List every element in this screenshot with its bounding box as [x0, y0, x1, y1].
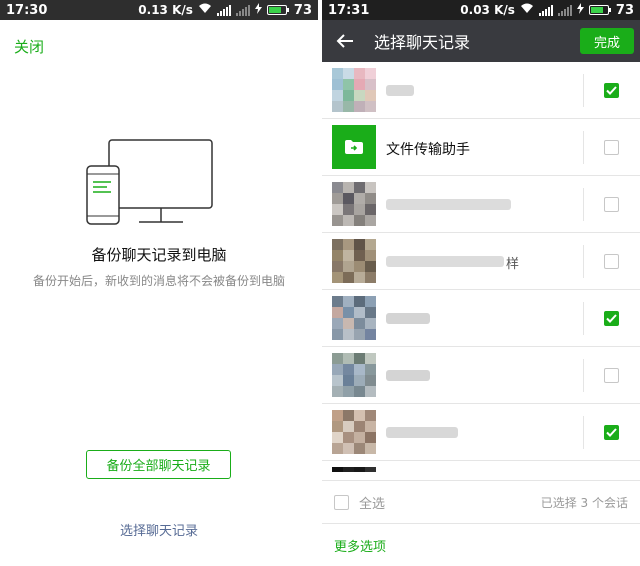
select-all-row: 全选 已选择 3 个会话: [322, 480, 640, 524]
chat-name: [386, 367, 640, 383]
computer-phone-illustration: [81, 138, 216, 228]
charging-icon: [576, 2, 584, 18]
signal-icon: [216, 4, 231, 16]
row-separator: [583, 416, 584, 449]
signal-icon: [538, 4, 553, 16]
select-chats-link[interactable]: 选择聊天记录: [0, 520, 318, 539]
chat-name: [386, 82, 640, 98]
signal-secondary-icon: [235, 4, 250, 16]
battery-icon: [588, 5, 611, 15]
row-separator: [583, 245, 584, 278]
battery-icon: [266, 5, 289, 15]
backup-all-button[interactable]: 备份全部聊天记录: [86, 450, 231, 479]
chat-list: 文件传输助手 样: [322, 62, 640, 472]
wifi-icon: [520, 3, 534, 18]
file-transfer-icon: [332, 125, 376, 169]
chat-row[interactable]: 文件传输助手: [322, 119, 640, 176]
avatar: [332, 182, 376, 226]
chat-row[interactable]: [322, 461, 640, 472]
chat-name-suffix: 样: [506, 257, 520, 272]
battery-level: 73: [293, 2, 312, 18]
chat-name: 文件传输助手: [386, 142, 470, 158]
chat-row[interactable]: [322, 404, 640, 461]
selection-footer: 全选 已选择 3 个会话 更多选项: [322, 480, 640, 566]
chat-name: [386, 196, 640, 212]
avatar: [332, 296, 376, 340]
chat-name: [386, 424, 640, 440]
avatar: [332, 239, 376, 283]
back-arrow-icon[interactable]: [334, 30, 356, 52]
avatar: [332, 353, 376, 397]
blurred-name: [386, 85, 414, 96]
page-title: 备份聊天记录到电脑: [91, 246, 227, 264]
page-title: 选择聊天记录: [374, 33, 471, 52]
chat-checkbox[interactable]: [604, 140, 619, 155]
chat-row[interactable]: [322, 62, 640, 119]
select-all-label[interactable]: 全选: [359, 493, 541, 512]
chat-checkbox[interactable]: [604, 425, 619, 440]
wifi-icon: [198, 3, 212, 18]
backup-description: 备份开始后，新收到的消息将不会被备份到电脑: [32, 274, 285, 288]
network-speed: 0.13 K/s: [138, 3, 193, 17]
battery-level: 73: [615, 2, 634, 18]
done-button[interactable]: 完成: [580, 28, 634, 54]
avatar: [332, 467, 376, 472]
chat-checkbox[interactable]: [604, 368, 619, 383]
chat-checkbox[interactable]: [604, 197, 619, 212]
avatar: [332, 410, 376, 454]
row-separator: [583, 302, 584, 335]
row-separator: [583, 131, 584, 164]
chat-row[interactable]: [322, 347, 640, 404]
chat-checkbox[interactable]: [604, 311, 619, 326]
chat-row[interactable]: [322, 290, 640, 347]
row-separator: [583, 188, 584, 221]
select-chats-screen: 17:31 0.03 K/s 73 选择聊天记录 完成 文件传输助手 样 全选 …: [322, 0, 640, 566]
chat-name: [386, 310, 640, 326]
charging-icon: [254, 2, 262, 18]
status-bar: 17:31 0.03 K/s 73: [322, 0, 640, 20]
status-time: 17:31: [328, 2, 370, 18]
blurred-name: [386, 256, 504, 267]
network-speed: 0.03 K/s: [460, 3, 515, 17]
chat-checkbox[interactable]: [604, 83, 619, 98]
status-bar: 17:30 0.13 K/s 73: [0, 0, 318, 20]
status-time: 17:30: [6, 2, 48, 18]
chat-name: 样: [386, 253, 640, 272]
signal-secondary-icon: [557, 4, 572, 16]
blurred-name: [386, 370, 430, 381]
backup-screen: 17:30 0.13 K/s 73 关闭 备份聊天记录到电脑 备份开始后，新收到…: [0, 0, 318, 566]
select-all-checkbox[interactable]: [334, 494, 349, 510]
more-options-button[interactable]: 更多选项: [322, 524, 640, 566]
avatar: [332, 68, 376, 112]
selected-count: 已选择 3 个会话: [540, 495, 628, 510]
blurred-name: [386, 427, 458, 438]
blurred-name: [386, 313, 430, 324]
row-separator: [583, 359, 584, 392]
chat-checkbox[interactable]: [604, 254, 619, 269]
blurred-name: [386, 199, 511, 210]
row-separator: [583, 74, 584, 107]
chat-row[interactable]: 样: [322, 233, 640, 290]
chat-row[interactable]: [322, 176, 640, 233]
close-button[interactable]: 关闭: [14, 36, 44, 57]
top-bar: 选择聊天记录 完成: [322, 20, 640, 62]
